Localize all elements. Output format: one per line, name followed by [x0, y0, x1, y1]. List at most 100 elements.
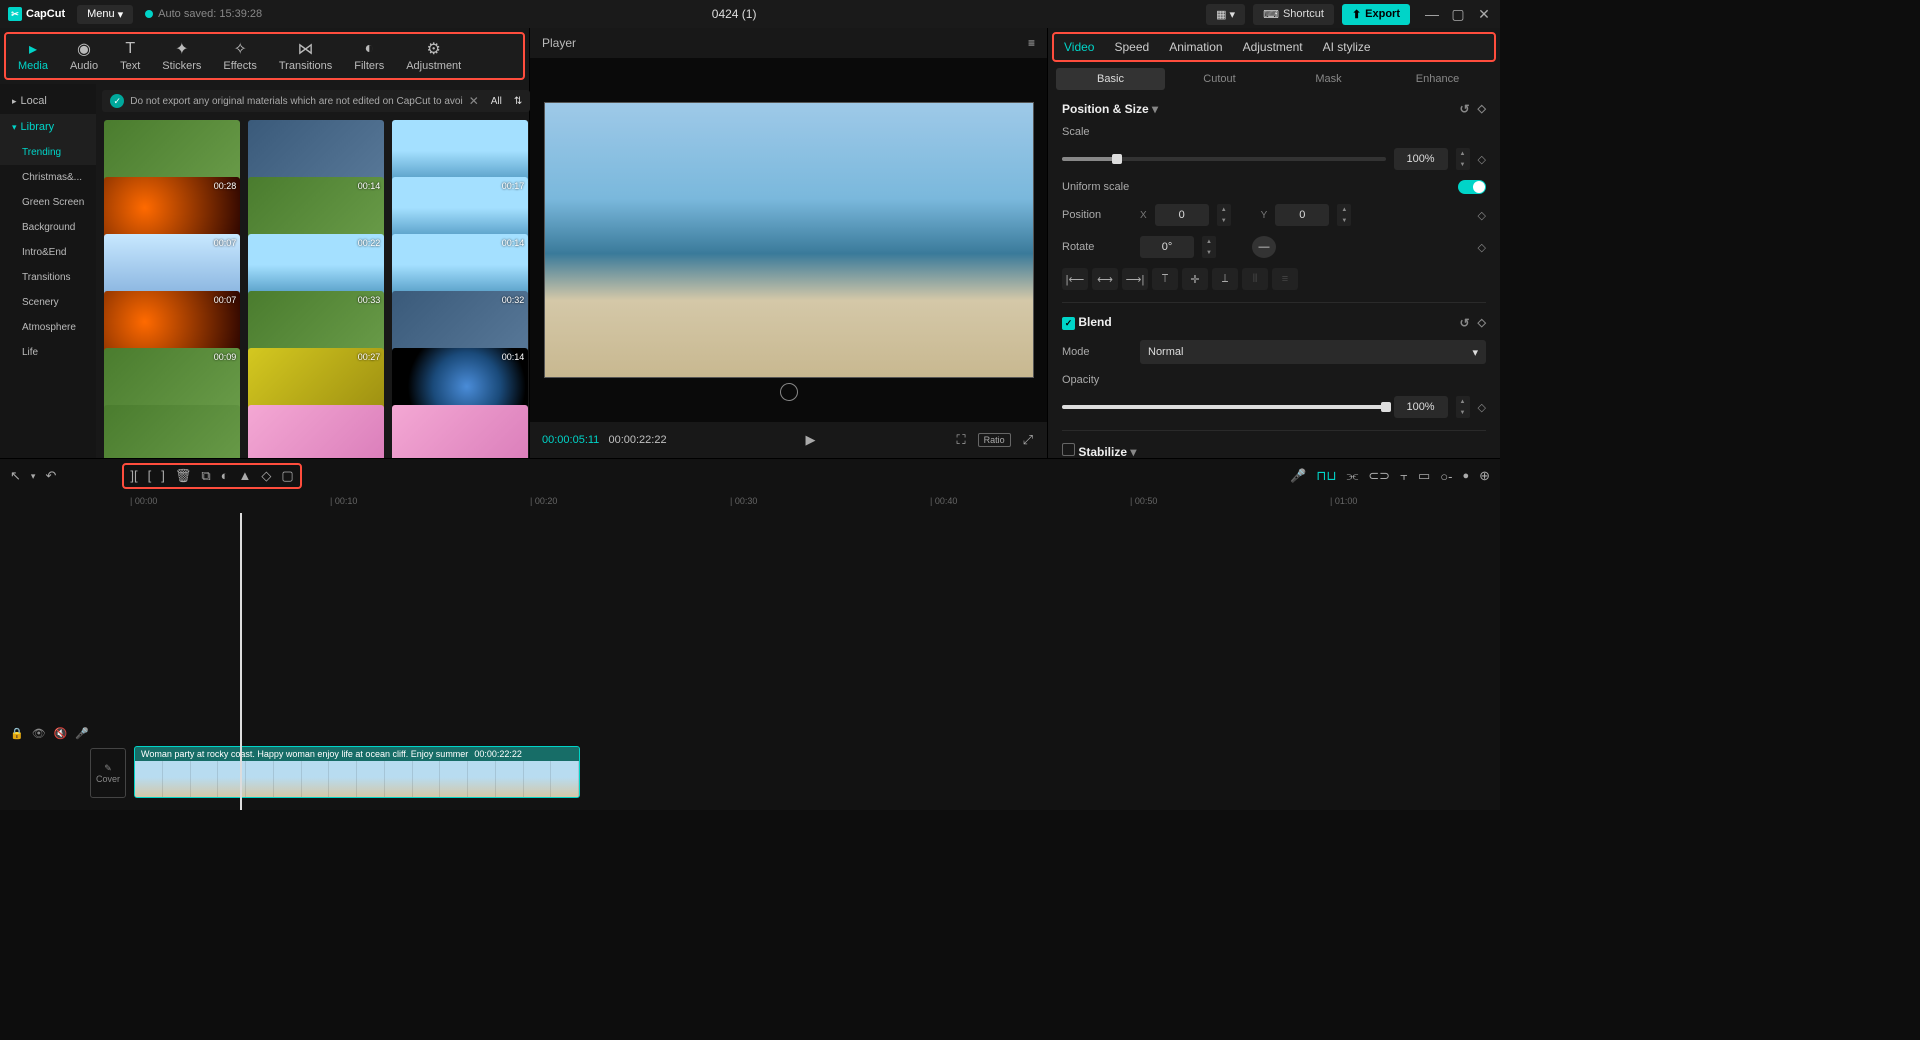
opacity-keyframe-icon[interactable]: ◇	[1478, 401, 1486, 414]
position-keyframe-icon[interactable]: ◇	[1478, 209, 1486, 222]
media-thumbnail[interactable]: ⬇	[104, 405, 240, 458]
media-tab-adjustment[interactable]: ⚙Adjustment	[402, 38, 465, 74]
cover-button[interactable]: ✎ Cover	[90, 748, 126, 798]
source-item[interactable]: Background	[0, 215, 96, 240]
mirror-tool[interactable]: ▲	[239, 468, 252, 484]
menu-button[interactable]: Menu ▾	[77, 5, 133, 24]
blend-checkbox[interactable]: ✓	[1062, 317, 1075, 330]
source-item[interactable]: Transitions	[0, 265, 96, 290]
inspector-tab-animation[interactable]: Animation	[1169, 40, 1222, 54]
play-button[interactable]: ▶	[804, 430, 818, 450]
align-hcenter-button[interactable]: ⟷	[1092, 268, 1118, 290]
inspector-tab-speed[interactable]: Speed	[1114, 40, 1149, 54]
rotate-tool[interactable]: ◇	[261, 468, 271, 484]
notice-close-button[interactable]: ✕	[469, 94, 479, 108]
media-tab-media[interactable]: ▸Media	[14, 38, 52, 74]
mic-track-icon[interactable]: 🎤	[75, 727, 89, 740]
media-thumbnail[interactable]: ⬇	[248, 405, 384, 458]
position-x[interactable]: 0	[1155, 204, 1209, 226]
zoom-slider-handle[interactable]: ●	[1462, 470, 1469, 482]
layout-button[interactable]: ▦ ▾	[1206, 4, 1245, 25]
trim-left-tool[interactable]: [	[148, 468, 152, 484]
player-menu-icon[interactable]: ≡	[1028, 36, 1035, 50]
rotate-spinner[interactable]: ▲▼	[1202, 236, 1216, 258]
chain-icon[interactable]: ⊂⊃	[1368, 468, 1390, 484]
fullscreen-button[interactable]: ⤢	[1021, 430, 1035, 450]
timeline-ruler[interactable]: | 00:00| 00:10| 00:20| 00:30| 00:40| 00:…	[130, 493, 1500, 513]
scale-spinner[interactable]: ▲▼	[1456, 148, 1470, 170]
mic-icon[interactable]: 🎤	[1290, 468, 1306, 484]
sort-icon[interactable]: ⇅	[514, 96, 522, 107]
source-local[interactable]: ▸Local	[0, 88, 96, 114]
opacity-spinner[interactable]: ▲▼	[1456, 396, 1470, 418]
media-tab-transitions[interactable]: ⋈Transitions	[275, 38, 336, 74]
rotate-keyframe-icon[interactable]: ◇	[1478, 241, 1486, 254]
inspector-tab-video[interactable]: Video	[1064, 40, 1094, 54]
source-item[interactable]: Scenery	[0, 290, 96, 315]
minimize-button[interactable]: —	[1424, 6, 1440, 23]
source-library[interactable]: ▾Library	[0, 114, 96, 140]
distribute-v-button[interactable]: ≡	[1272, 268, 1298, 290]
blend-reset-icon[interactable]: ↺	[1459, 316, 1469, 330]
keyframe-icon[interactable]: ◇	[1478, 102, 1486, 116]
align-right-button[interactable]: ⟶|	[1122, 268, 1148, 290]
reverse-tool[interactable]: ◐	[221, 468, 229, 484]
pointer-tool[interactable]: ↖	[10, 468, 21, 484]
scale-keyframe-icon[interactable]: ◇	[1478, 153, 1486, 166]
rotate-dial[interactable]: —	[1252, 236, 1276, 258]
rotate-value[interactable]: 0°	[1140, 236, 1194, 258]
source-item[interactable]: Trending	[0, 140, 96, 165]
source-item[interactable]: Green Screen	[0, 190, 96, 215]
uniform-toggle[interactable]	[1458, 180, 1486, 194]
align-clip-icon[interactable]: ⫟	[1400, 468, 1408, 484]
track-area[interactable]: Woman party at rocky coast. Happy woman …	[130, 513, 1500, 810]
align-bottom-button[interactable]: ⟘	[1212, 268, 1238, 290]
crop-tool[interactable]: ▢	[281, 468, 293, 484]
inspector-subtab-mask[interactable]: Mask	[1274, 68, 1383, 90]
opacity-value[interactable]: 100%	[1394, 396, 1448, 418]
scan-icon[interactable]: ⛶	[954, 430, 967, 450]
duplicate-tool[interactable]: ⧉	[201, 468, 210, 484]
inspector-subtab-cutout[interactable]: Cutout	[1165, 68, 1274, 90]
source-item[interactable]: Christmas&...	[0, 165, 96, 190]
scale-slider[interactable]	[1062, 157, 1386, 161]
preview-toggle-icon[interactable]: ▭	[1418, 468, 1430, 484]
split-tool[interactable]: ][	[130, 468, 137, 484]
stabilize-checkbox[interactable]	[1062, 443, 1075, 456]
inspector-tab-adjustment[interactable]: Adjustment	[1243, 40, 1303, 54]
zoom-fit-button[interactable]: ⊕	[1479, 468, 1490, 484]
video-clip[interactable]: Woman party at rocky coast. Happy woman …	[134, 746, 580, 798]
source-item[interactable]: Intro&End	[0, 240, 96, 265]
reset-icon[interactable]: ↺	[1459, 102, 1469, 116]
export-button[interactable]: ⬆ Export	[1342, 4, 1410, 25]
link-icon[interactable]: ⫘	[1347, 468, 1359, 484]
scale-value[interactable]: 100%	[1394, 148, 1448, 170]
source-item[interactable]: Atmosphere	[0, 315, 96, 340]
position-y[interactable]: 0	[1275, 204, 1329, 226]
media-thumbnail[interactable]: ⬇	[392, 405, 528, 458]
eye-icon[interactable]: 👁	[32, 727, 46, 740]
maximize-button[interactable]: ▢	[1450, 6, 1466, 23]
inspector-tab-aistylize[interactable]: AI stylize	[1323, 40, 1371, 54]
ratio-button[interactable]: Ratio	[978, 433, 1011, 447]
align-top-button[interactable]: ⟙	[1152, 268, 1178, 290]
playhead[interactable]	[240, 513, 242, 810]
lock-icon[interactable]: 🔒	[10, 727, 24, 740]
blend-keyframe-icon[interactable]: ◇	[1478, 316, 1486, 330]
magnet-icon[interactable]: ⊓⊔	[1316, 468, 1336, 484]
media-tab-stickers[interactable]: ✦Stickers	[158, 38, 205, 74]
zoom-out-button[interactable]: ○-	[1440, 469, 1452, 484]
video-preview[interactable]	[544, 102, 1034, 378]
filter-all-button[interactable]: All	[491, 96, 502, 107]
delete-tool[interactable]: 🗑	[175, 468, 192, 484]
close-button[interactable]: ✕	[1476, 6, 1492, 23]
shortcut-button[interactable]: ⌨ Shortcut	[1253, 4, 1334, 25]
mode-select[interactable]: Normal ▾	[1140, 340, 1486, 364]
posy-spinner[interactable]: ▲▼	[1337, 204, 1351, 226]
trim-right-tool[interactable]: ]	[161, 468, 165, 484]
media-tab-effects[interactable]: ✧Effects	[219, 38, 260, 74]
undo-button[interactable]: ↶	[45, 468, 56, 484]
distribute-h-button[interactable]: ⫴	[1242, 268, 1268, 290]
inspector-subtab-basic[interactable]: Basic	[1056, 68, 1165, 90]
opacity-slider[interactable]	[1062, 405, 1386, 409]
